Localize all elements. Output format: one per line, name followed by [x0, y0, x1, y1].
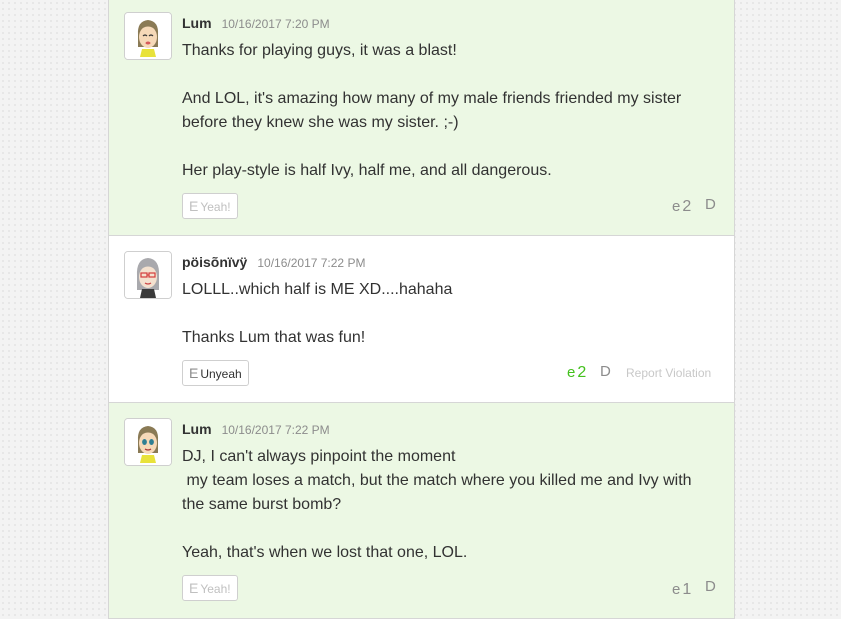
mii-avatar-icon: [125, 252, 171, 298]
empathy-count: 2: [682, 198, 692, 215]
empathy-count: 2: [577, 364, 587, 381]
timestamp[interactable]: 10/16/2017 7:22 PM: [222, 423, 330, 437]
yeah-icon: E: [189, 198, 199, 214]
reply-list: Lum 10/16/2017 7:20 PM Thanks for playing…: [108, 0, 735, 619]
reply-icon[interactable]: D: [705, 196, 716, 213]
yeah-button[interactable]: E Yeah!: [182, 193, 238, 219]
user-avatar[interactable]: [124, 418, 172, 466]
reply-item: pöisõnïvÿ 10/16/2017 7:22 PM LOLLL..which…: [109, 236, 734, 403]
yeah-count[interactable]: e1: [672, 581, 691, 599]
yeah-label: Yeah!: [200, 200, 231, 214]
reply-item: Lum 10/16/2017 7:20 PM Thanks for playing…: [109, 0, 734, 236]
unyeah-button[interactable]: E Unyeah: [182, 360, 249, 386]
reply-item: Lum 10/16/2017 7:22 PM DJ, I can't always…: [109, 403, 734, 619]
author-name[interactable]: Lum: [182, 421, 212, 437]
user-avatar[interactable]: [124, 251, 172, 299]
reply-icon[interactable]: D: [705, 578, 716, 595]
author-name[interactable]: Lum: [182, 15, 212, 31]
timestamp[interactable]: 10/16/2017 7:20 PM: [222, 17, 330, 31]
reply-body: DJ, I can't always pinpoint the moment m…: [182, 448, 692, 561]
yeah-icon: E: [189, 580, 199, 596]
mii-avatar-icon: [125, 13, 171, 59]
reply-body: LOLLL..which half is ME XD....hahaha Tha…: [182, 281, 453, 346]
reply-meta: Lum 10/16/2017 7:22 PM: [182, 421, 330, 437]
empathy-icon: e: [567, 364, 576, 381]
reply-body: Thanks for playing guys, it was a blast!…: [182, 42, 682, 179]
report-violation-link[interactable]: Report Violation: [626, 366, 711, 380]
author-name[interactable]: pöisõnïvÿ: [182, 254, 247, 270]
empathy-count: 1: [682, 581, 692, 598]
yeah-count[interactable]: e2: [672, 198, 691, 216]
yeah-label: Unyeah: [200, 367, 242, 381]
empathy-icon: e: [672, 581, 681, 598]
yeah-button[interactable]: E Yeah!: [182, 575, 238, 601]
reply-meta: pöisõnïvÿ 10/16/2017 7:22 PM: [182, 254, 365, 270]
yeah-label: Yeah!: [200, 582, 231, 596]
yeah-icon: E: [189, 365, 199, 381]
timestamp[interactable]: 10/16/2017 7:22 PM: [257, 256, 365, 270]
yeah-count[interactable]: e2: [567, 364, 586, 382]
mii-avatar-icon: [125, 419, 171, 465]
reply-icon[interactable]: D: [600, 363, 611, 380]
reply-meta: Lum 10/16/2017 7:20 PM: [182, 15, 330, 31]
user-avatar[interactable]: [124, 12, 172, 60]
empathy-icon: e: [672, 198, 681, 215]
